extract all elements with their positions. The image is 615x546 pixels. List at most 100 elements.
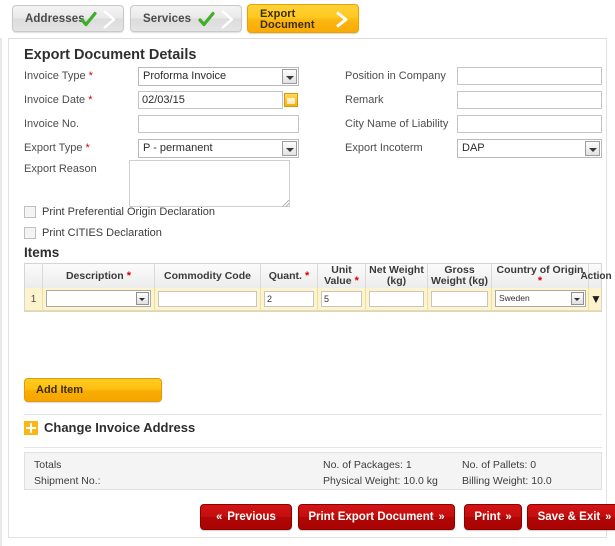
chevron-left-icon: « bbox=[216, 511, 223, 523]
chevron-right-icon: » bbox=[605, 511, 612, 523]
field-export-incoterm-label: Export Incoterm bbox=[345, 142, 423, 154]
wizard-tab-bar: Addresses Services Export Document bbox=[0, 0, 615, 38]
chevron-down-icon[interactable] bbox=[571, 292, 584, 305]
pallets-label: No. of Pallets: bbox=[462, 459, 528, 471]
export-incoterm-select[interactable]: DAP bbox=[457, 139, 602, 158]
commodity-code-input[interactable] bbox=[158, 291, 257, 307]
column-header-gross-weight: Gross Weight (kg) bbox=[428, 264, 492, 288]
wizard-tab-export-document-label: Export Document bbox=[260, 7, 315, 31]
column-header-quantity: Quant. * bbox=[261, 264, 318, 288]
checkbox-box[interactable] bbox=[24, 227, 36, 239]
country-of-origin-select[interactable]: Sweden bbox=[495, 290, 586, 307]
calendar-icon[interactable] bbox=[284, 93, 298, 107]
export-reason-textarea[interactable] bbox=[129, 160, 290, 207]
change-invoice-address-label: Change Invoice Address bbox=[44, 420, 196, 435]
pallets-row: No. of Pallets: 0 bbox=[462, 459, 536, 471]
description-select[interactable] bbox=[46, 290, 151, 307]
table-row: 1 2 5 Sweden ▼ bbox=[25, 288, 603, 311]
items-section-title: Items bbox=[24, 245, 60, 260]
remark-input[interactable] bbox=[457, 91, 602, 109]
checkbox-print-cities-declaration[interactable]: Print CITIES Declaration bbox=[24, 226, 324, 242]
row-number: 1 bbox=[30, 293, 37, 305]
field-invoice-type: Invoice Type * Proforma Invoice bbox=[24, 67, 299, 87]
column-header-country-of-origin: Country of Origin * bbox=[492, 264, 589, 288]
cell-country-of-origin: Sweden bbox=[492, 288, 589, 310]
wizard-tab-addresses[interactable]: Addresses bbox=[12, 5, 124, 32]
physical-weight-row: Physical Weight: 10.0 kg bbox=[323, 475, 438, 487]
chevron-down-icon[interactable] bbox=[282, 69, 297, 84]
add-item-label: Add Item bbox=[36, 384, 84, 396]
chevron-down-icon[interactable] bbox=[585, 141, 600, 156]
checkbox-label: Print CITIES Declaration bbox=[42, 227, 162, 239]
export-type-value: P - permanent bbox=[143, 142, 213, 154]
field-export-incoterm: Export Incoterm DAP bbox=[345, 139, 605, 159]
items-table: Description * Commodity Code Quant. * Un… bbox=[24, 263, 612, 312]
field-position-in-company: Position in Company bbox=[345, 67, 605, 87]
city-name-of-liability-input[interactable] bbox=[457, 115, 602, 133]
chevron-right-icon: » bbox=[505, 511, 512, 523]
totals-label: Totals bbox=[34, 459, 62, 471]
billing-weight-label: Billing Weight: bbox=[462, 475, 529, 487]
row-action-menu-icon[interactable]: ▼ bbox=[589, 288, 603, 310]
export-document-panel: Export Document Details Invoice Type * P… bbox=[8, 38, 615, 538]
invoice-date-input[interactable] bbox=[138, 91, 283, 109]
wizard-tab-services[interactable]: Services bbox=[130, 5, 242, 32]
gross-weight-input[interactable] bbox=[431, 291, 488, 307]
wizard-tab-export-document[interactable]: Export Document bbox=[247, 4, 359, 33]
export-incoterm-value: DAP bbox=[462, 142, 485, 154]
required-marker: * bbox=[85, 70, 93, 82]
chevron-right-icon bbox=[103, 10, 116, 29]
field-export-type: Export Type * P - permanent bbox=[24, 139, 299, 159]
export-type-select[interactable]: P - permanent bbox=[138, 139, 299, 158]
unit-value-input[interactable] bbox=[321, 291, 362, 307]
required-marker: * bbox=[85, 94, 93, 106]
column-header-net-weight: Net Weight (kg) bbox=[366, 264, 428, 288]
print-export-document-button-label: Print Export Document bbox=[308, 511, 434, 523]
checkbox-box[interactable] bbox=[24, 206, 36, 218]
add-item-button[interactable]: Add Item bbox=[24, 378, 162, 402]
packages-row: No. of Packages: 1 bbox=[323, 459, 412, 471]
packages-value: 1 bbox=[405, 459, 412, 471]
quantity-input[interactable] bbox=[264, 291, 314, 307]
export-document-page: Addresses Services Export Document Expor… bbox=[0, 0, 615, 546]
country-of-origin-value: Sweden bbox=[499, 293, 530, 303]
field-invoice-date: Invoice Date * bbox=[24, 91, 299, 111]
shipment-no-label: Shipment No.: bbox=[34, 475, 101, 487]
invoice-no-input[interactable] bbox=[138, 115, 299, 133]
billing-weight-row: Billing Weight: 10.0 bbox=[462, 475, 552, 487]
chevron-right-icon bbox=[221, 10, 234, 29]
field-position-in-company-label: Position in Company bbox=[345, 70, 446, 82]
wizard-tab-services-label: Services bbox=[143, 13, 192, 25]
cell-quantity bbox=[261, 288, 318, 310]
position-in-company-input[interactable] bbox=[457, 67, 602, 85]
invoice-type-value: Proforma Invoice bbox=[143, 70, 227, 82]
cell-action: ▼ bbox=[589, 288, 603, 310]
save-and-exit-button-label: Save & Exit bbox=[537, 511, 601, 523]
chevron-down-icon[interactable] bbox=[136, 292, 149, 305]
field-city-name-of-liability-label: City Name of Liability bbox=[345, 118, 449, 130]
physical-weight-label: Physical Weight: bbox=[323, 475, 401, 487]
plus-icon[interactable] bbox=[24, 421, 38, 435]
print-button[interactable]: Print » bbox=[464, 504, 522, 530]
cell-gross-weight bbox=[428, 288, 492, 310]
totals-panel: Totals Shipment No.: No. of Packages: 1 … bbox=[24, 452, 602, 490]
chevron-down-icon[interactable] bbox=[282, 141, 297, 156]
net-weight-input[interactable] bbox=[369, 291, 424, 307]
items-table-header: Description * Commodity Code Quant. * Un… bbox=[25, 264, 612, 289]
field-invoice-type-label: Invoice Type * bbox=[24, 70, 93, 82]
print-export-document-button[interactable]: Print Export Document » bbox=[298, 504, 455, 530]
shipment-no-row: Shipment No.: bbox=[34, 475, 101, 487]
cell-net-weight bbox=[366, 288, 428, 310]
checkbox-print-preferential-origin-declaration[interactable]: Print Preferential Origin Declaration bbox=[24, 205, 324, 221]
field-export-type-label: Export Type * bbox=[24, 142, 90, 154]
field-city-name-of-liability: City Name of Liability bbox=[345, 115, 605, 135]
cell-unit-value bbox=[318, 288, 366, 310]
change-invoice-address-expander[interactable]: Change Invoice Address bbox=[24, 420, 324, 438]
field-invoice-no: Invoice No. bbox=[24, 115, 299, 135]
invoice-type-select[interactable]: Proforma Invoice bbox=[138, 67, 299, 86]
previous-button[interactable]: « Previous bbox=[200, 504, 292, 530]
save-and-exit-button[interactable]: Save & Exit » bbox=[527, 504, 615, 530]
field-remark: Remark bbox=[345, 91, 605, 111]
cell-commodity-code bbox=[155, 288, 261, 310]
column-header-action: Action bbox=[580, 270, 612, 282]
